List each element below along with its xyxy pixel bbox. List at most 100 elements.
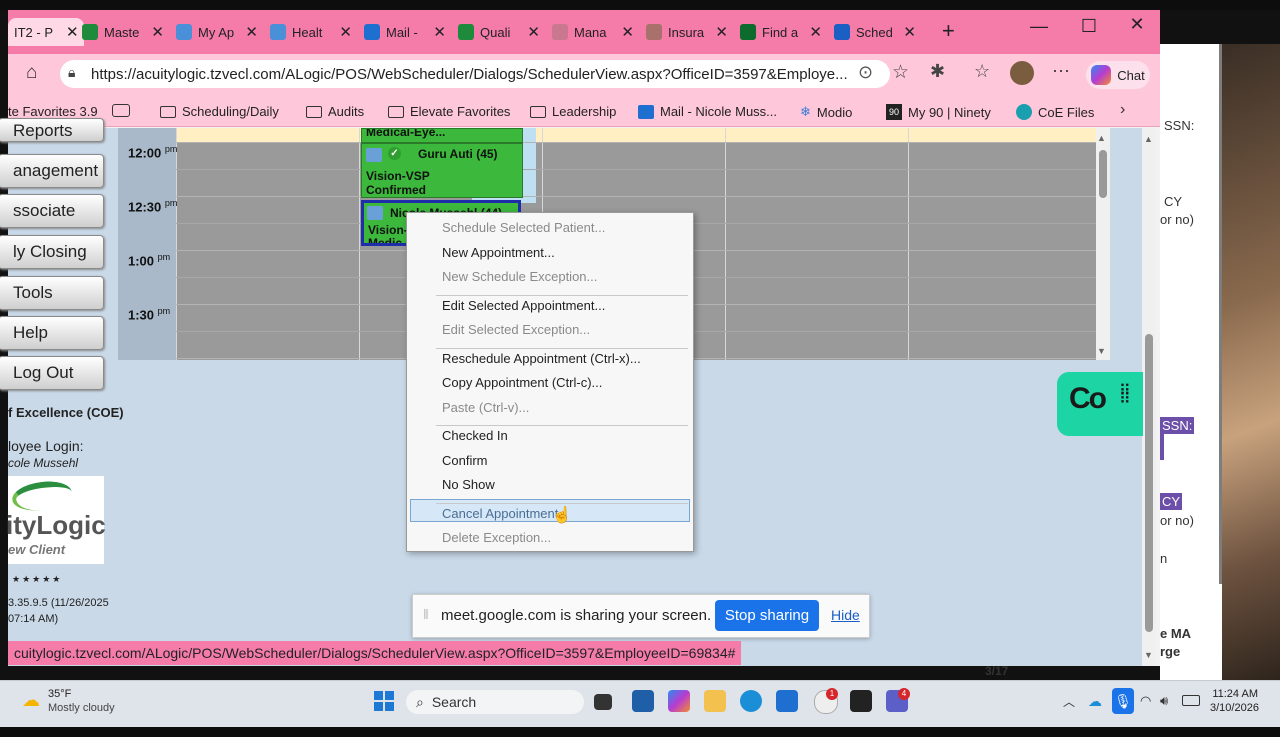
nav-button-6[interactable]: Log Out: [0, 356, 104, 390]
time-ampm: pm: [164, 144, 178, 154]
favorite-item-9[interactable]: CoE Files: [1016, 104, 1094, 120]
tab-9[interactable]: Sched ✕: [834, 18, 916, 46]
favorite-item-4[interactable]: Elevate Favorites: [388, 104, 510, 119]
hide-link[interactable]: Hide: [831, 607, 860, 623]
site-info-icon[interactable]: 🔒︎: [68, 64, 75, 81]
taskbar-search[interactable]: ⌕ Search: [406, 690, 584, 714]
favorite-item-8[interactable]: 90 My 90 | Ninety: [886, 104, 991, 120]
weather-desc[interactable]: Mostly cloudy: [48, 702, 115, 714]
menu-item[interactable]: Copy Appointment (Ctrl-c)...: [442, 375, 602, 390]
outlook-icon[interactable]: [776, 690, 798, 712]
favorite-item-5[interactable]: Leadership: [530, 104, 616, 119]
drag-grip-icon[interactable]: ‖: [423, 606, 429, 622]
menu-item[interactable]: Checked In: [442, 428, 508, 443]
maximize-icon[interactable]: ☐: [1074, 16, 1104, 37]
favorite-item-1[interactable]: [112, 104, 136, 117]
page-scroll-down-icon[interactable]: ▼: [1144, 650, 1153, 660]
favorite-item-3[interactable]: Audits: [306, 104, 364, 119]
tab-0[interactable]: IT2 - P ✕: [8, 18, 84, 46]
weather-temp[interactable]: 35°F: [48, 688, 71, 700]
notification-badge: 1: [826, 688, 838, 700]
nav-button-2[interactable]: ssociate: [0, 194, 104, 228]
weather-icon[interactable]: ☁: [22, 690, 40, 711]
nav-button-5[interactable]: Help: [0, 316, 104, 350]
menu-item[interactable]: Reschedule Appointment (Ctrl-x)...: [442, 351, 641, 366]
wifi-icon[interactable]: ◠: [1140, 693, 1151, 709]
nav-button-1[interactable]: anagement: [0, 154, 104, 188]
schedule-scroll-thumb[interactable]: [1099, 150, 1107, 198]
copilot-chat-button[interactable]: Chat: [1086, 61, 1150, 89]
microphone-icon[interactable]: 🎙︎: [1112, 688, 1134, 714]
favorite-item-6[interactable]: Mail - Nicole Muss...: [638, 104, 777, 119]
read-aloud-icon[interactable]: ⊙: [858, 62, 873, 83]
tab-close-icon[interactable]: ✕: [903, 23, 916, 41]
tab-label: Sched: [856, 24, 893, 40]
co-widget[interactable]: Co ⠿ ⠿: [1057, 372, 1143, 436]
employee-name: cole Mussehl: [8, 456, 79, 470]
chevron-up-icon[interactable]: ︿: [1063, 693, 1075, 710]
copilot-taskbar-icon[interactable]: [668, 690, 690, 712]
tab-6[interactable]: Mana ✕: [552, 18, 634, 46]
nav-button-0[interactable]: Reports: [0, 118, 104, 142]
favorite-label: Modio: [816, 104, 853, 120]
volume-icon[interactable]: 🔊︎: [1160, 693, 1168, 709]
profile-avatar[interactable]: [1010, 61, 1034, 85]
menu-item[interactable]: Cancel Appointment: [442, 506, 558, 521]
nav-button-3[interactable]: ly Closing: [0, 235, 104, 269]
windows-start-icon[interactable]: [374, 691, 394, 711]
store-icon[interactable]: [632, 690, 654, 712]
minimize-icon[interactable]: —: [1024, 16, 1054, 37]
onedrive-icon[interactable]: ☁: [1088, 693, 1102, 710]
favorite-item-7[interactable]: ❄ Modio: [800, 104, 852, 120]
scroll-up-icon[interactable]: ▲: [1097, 133, 1106, 143]
task-view-icon[interactable]: [594, 694, 612, 710]
bg-highlight-block: [1160, 429, 1164, 460]
drag-handle-icon[interactable]: ⠿ ⠿: [1119, 384, 1131, 408]
menu-item[interactable]: New Appointment...: [442, 245, 555, 260]
address-url[interactable]: https://acuitylogic.tzvecl.com/ALogic/PO…: [91, 66, 851, 83]
tab-label: Mana: [574, 24, 607, 40]
favorites-icon[interactable]: ☆: [974, 61, 990, 82]
tab-8[interactable]: Find a ✕: [740, 18, 822, 46]
scroll-down-icon[interactable]: ▼: [1097, 346, 1106, 356]
tab-2[interactable]: My Ap ✕: [176, 18, 258, 46]
tab-close-icon[interactable]: ✕: [245, 23, 258, 41]
tab-1[interactable]: Maste ✕: [82, 18, 164, 46]
tab-3[interactable]: Healt ✕: [270, 18, 352, 46]
nav-button-4[interactable]: Tools: [0, 276, 104, 310]
tab-close-icon[interactable]: ✕: [151, 23, 164, 41]
close-window-icon[interactable]: ✕: [1122, 14, 1152, 35]
sticky-notes-icon[interactable]: [850, 690, 872, 712]
menu-item[interactable]: No Show: [442, 477, 495, 492]
tab-close-icon[interactable]: ✕: [433, 23, 446, 41]
more-options-icon[interactable]: ···: [1052, 60, 1070, 81]
menu-item[interactable]: Confirm: [442, 453, 488, 468]
tab-4[interactable]: Mail - ✕: [364, 18, 446, 46]
tab-close-icon[interactable]: ✕: [621, 23, 634, 41]
page-scroll-up-icon[interactable]: ▲: [1144, 134, 1153, 144]
favorite-item-2[interactable]: Scheduling/Daily: [160, 104, 279, 119]
battery-icon[interactable]: [1182, 695, 1200, 706]
tab-close-icon[interactable]: ✕: [809, 23, 822, 41]
favorite-star-icon[interactable]: ☆: [892, 61, 909, 84]
tab-close-icon[interactable]: ✕: [527, 23, 540, 41]
clock-date[interactable]: 3/10/2026: [1210, 702, 1259, 714]
new-tab-button[interactable]: +: [942, 18, 955, 44]
stop-sharing-button[interactable]: Stop sharing: [715, 600, 819, 631]
chevron-right-icon[interactable]: ›: [1120, 101, 1125, 119]
appointment-block[interactable]: Medical-Eye...: [361, 128, 523, 143]
extensions-icon[interactable]: ✱: [930, 61, 945, 82]
appointment-block[interactable]: ✓ Guru Auti (45) Vision-VSP Confirmed: [361, 143, 523, 198]
clock-time[interactable]: 11:24 AM: [1210, 688, 1258, 700]
tab-close-icon[interactable]: ✕: [715, 23, 728, 41]
menu-item[interactable]: Edit Selected Appointment...: [442, 298, 605, 313]
tab-5[interactable]: Quali ✕: [458, 18, 540, 46]
tab-7[interactable]: Insura ✕: [646, 18, 728, 46]
home-icon[interactable]: ⌂: [26, 62, 37, 84]
tab-close-icon[interactable]: ✕: [339, 23, 352, 41]
page-scroll-thumb[interactable]: [1145, 334, 1153, 632]
favorite-item-0[interactable]: te Favorites 3.9: [8, 104, 98, 119]
edge-icon[interactable]: [740, 690, 762, 712]
tab-close-icon[interactable]: ✕: [66, 23, 79, 41]
file-explorer-icon[interactable]: [704, 690, 726, 712]
